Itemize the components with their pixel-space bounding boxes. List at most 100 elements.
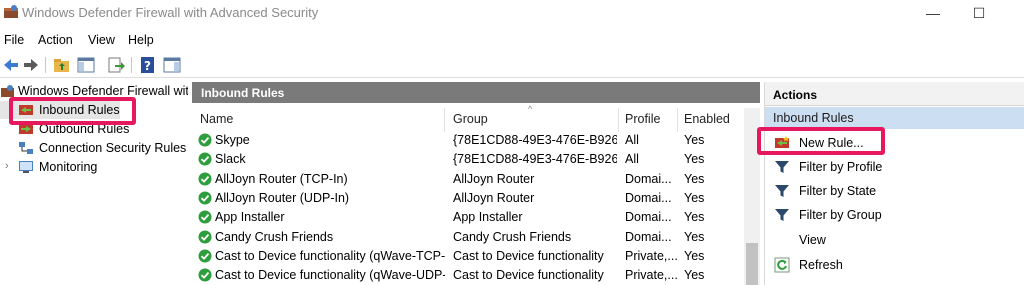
- column-header-name[interactable]: Name: [200, 112, 233, 126]
- enabled-check-icon: [198, 152, 212, 166]
- title-bar: Windows Defender Firewall with Advanced …: [0, 0, 1024, 28]
- filter-icon: [775, 209, 789, 221]
- toolbar: ?: [0, 52, 1024, 78]
- actions-header: Actions: [765, 82, 1024, 106]
- rule-profile-cell: Domai...: [625, 210, 672, 225]
- rules-list-pane: Inbound Rules ^ Name Group Profile Enabl…: [192, 82, 760, 285]
- action-label: Filter by Profile: [799, 160, 883, 174]
- action-filter-by-state[interactable]: Filter by State: [765, 181, 1024, 203]
- rule-row[interactable]: Cast to Device functionality (qWave-TCP-…: [192, 247, 744, 266]
- rule-group-cell: App Installer: [453, 210, 523, 225]
- column-divider[interactable]: [444, 108, 445, 132]
- show-hide-tree-icon[interactable]: [76, 55, 96, 75]
- highlight-box-inbound-rules: [9, 97, 136, 125]
- rule-name-cell: Skype: [215, 133, 250, 147]
- sort-indicator-icon: ^: [528, 104, 533, 114]
- rule-enabled-cell: Yes: [684, 248, 705, 263]
- minimize-button[interactable]: —: [910, 2, 956, 24]
- column-divider[interactable]: [618, 108, 619, 132]
- filter-icon: [775, 161, 789, 173]
- enabled-check-icon: [198, 268, 212, 282]
- connection-security-icon: [19, 142, 33, 154]
- rule-group-cell: Cast to Device functionality: [453, 268, 604, 283]
- action-refresh[interactable]: Refresh: [765, 255, 1024, 277]
- action-label: Refresh: [799, 258, 843, 272]
- enabled-check-icon: [198, 249, 212, 263]
- rule-row[interactable]: AllJoyn Router (TCP-In) AllJoyn Router Dom…: [192, 170, 744, 189]
- column-divider[interactable]: [677, 108, 678, 132]
- maximize-button[interactable]: ☐: [956, 2, 1002, 24]
- rule-row[interactable]: Slack {78E1CD88-49E3-476E-B926-... All Yes: [192, 150, 744, 169]
- rule-enabled-cell: Yes: [684, 133, 705, 147]
- column-header-enabled[interactable]: Enabled: [684, 112, 730, 126]
- rule-name-cell: Candy Crush Friends: [215, 229, 334, 244]
- rule-name-cell: AllJoyn Router (TCP-In): [215, 171, 348, 186]
- menu-help[interactable]: Help: [128, 33, 154, 47]
- rule-enabled-cell: Yes: [684, 229, 705, 244]
- enabled-check-icon: [198, 191, 212, 205]
- rule-row[interactable]: Skype {78E1CD88-49E3-476E-B926-... All Yes: [192, 131, 744, 150]
- rule-enabled-cell: Yes: [684, 171, 705, 186]
- enabled-check-icon: [198, 133, 212, 147]
- firewall-app-icon: [4, 5, 18, 18]
- refresh-icon: [774, 257, 790, 273]
- rule-group-cell: Cast to Device functionality: [453, 248, 604, 263]
- rule-enabled-cell: Yes: [684, 152, 705, 167]
- actions-section-inbound-rules[interactable]: Inbound Rules: [765, 107, 1024, 129]
- rule-row[interactable]: Candy Crush Friends Candy Crush Friends Do…: [192, 228, 744, 247]
- forward-arrow-icon[interactable]: [21, 55, 41, 75]
- rule-group-cell: Candy Crush Friends: [453, 229, 572, 244]
- actions-pane: Actions Inbound Rules New Rule... Filter…: [757, 82, 1024, 285]
- rule-enabled-cell: Yes: [684, 268, 705, 283]
- tree-root-label: Windows Defender Firewall with Advanced …: [18, 84, 188, 98]
- rule-profile-cell: Domai...: [625, 190, 672, 205]
- rule-profile-cell: Private,...: [625, 268, 677, 283]
- rule-profile-cell: Private,...: [625, 248, 677, 263]
- tree-item-label: Monitoring: [39, 160, 98, 174]
- column-header-group[interactable]: Group: [453, 112, 488, 126]
- export-list-icon[interactable]: [106, 55, 126, 75]
- toolbar-separator: [131, 57, 132, 73]
- window-title: Windows Defender Firewall with Advanced …: [22, 5, 319, 20]
- rule-name-cell: Cast to Device functionality (qWave-TCP-…: [215, 248, 445, 263]
- menu-view[interactable]: View: [88, 33, 115, 47]
- action-filter-by-group[interactable]: Filter by Group: [765, 205, 1024, 227]
- rule-profile-cell: Domai...: [625, 229, 672, 244]
- action-label: Filter by State: [799, 184, 877, 198]
- rule-profile-cell: Domai...: [625, 171, 672, 186]
- rule-name-cell: Cast to Device functionality (qWave-UDP-…: [215, 268, 445, 283]
- rule-profile-cell: All: [625, 152, 639, 167]
- rule-group-cell: {78E1CD88-49E3-476E-B926-...: [453, 133, 617, 147]
- expand-chevron-icon[interactable]: ›: [5, 160, 9, 172]
- action-view[interactable]: View: [765, 230, 1024, 252]
- back-arrow-icon[interactable]: [1, 55, 21, 75]
- svg-text:?: ?: [144, 59, 151, 73]
- menu-action[interactable]: Action: [38, 33, 73, 47]
- tree-item-label: Connection Security Rules: [39, 141, 187, 155]
- rule-group-cell: {78E1CD88-49E3-476E-B926-...: [453, 152, 617, 167]
- enabled-check-icon: [198, 172, 212, 186]
- show-hide-action-pane-icon[interactable]: [162, 55, 182, 75]
- column-header-profile[interactable]: Profile: [625, 112, 660, 126]
- navigation-tree: Windows Defender Firewall with Advanced …: [0, 80, 188, 285]
- menu-file[interactable]: File: [4, 33, 24, 47]
- menu-bar: File Action View Help: [0, 31, 1024, 51]
- rule-name-cell: App Installer: [215, 210, 285, 225]
- rule-row[interactable]: AllJoyn Router (UDP-In) AllJoyn Router Dom…: [192, 189, 744, 208]
- highlight-box-new-rule: [757, 127, 885, 155]
- rule-row[interactable]: App Installer App Installer Domai... Yes: [192, 208, 744, 227]
- enabled-check-icon: [198, 230, 212, 243]
- help-icon[interactable]: ?: [138, 55, 158, 75]
- enabled-check-icon: [198, 210, 212, 224]
- filter-icon: [775, 185, 789, 197]
- toolbar-separator: [45, 57, 46, 73]
- up-folder-icon[interactable]: [52, 55, 72, 75]
- rule-row[interactable]: Cast to Device functionality (qWave-UDP-…: [192, 266, 744, 285]
- scrollbar-thumb[interactable]: [746, 243, 758, 285]
- action-label: Filter by Group: [799, 208, 882, 222]
- rule-profile-cell: All: [625, 133, 639, 147]
- rules-pane-header: Inbound Rules: [192, 82, 760, 103]
- rule-enabled-cell: Yes: [684, 210, 705, 225]
- action-filter-by-profile[interactable]: Filter by Profile: [765, 157, 1024, 179]
- rule-name-cell: AllJoyn Router (UDP-In): [215, 190, 350, 205]
